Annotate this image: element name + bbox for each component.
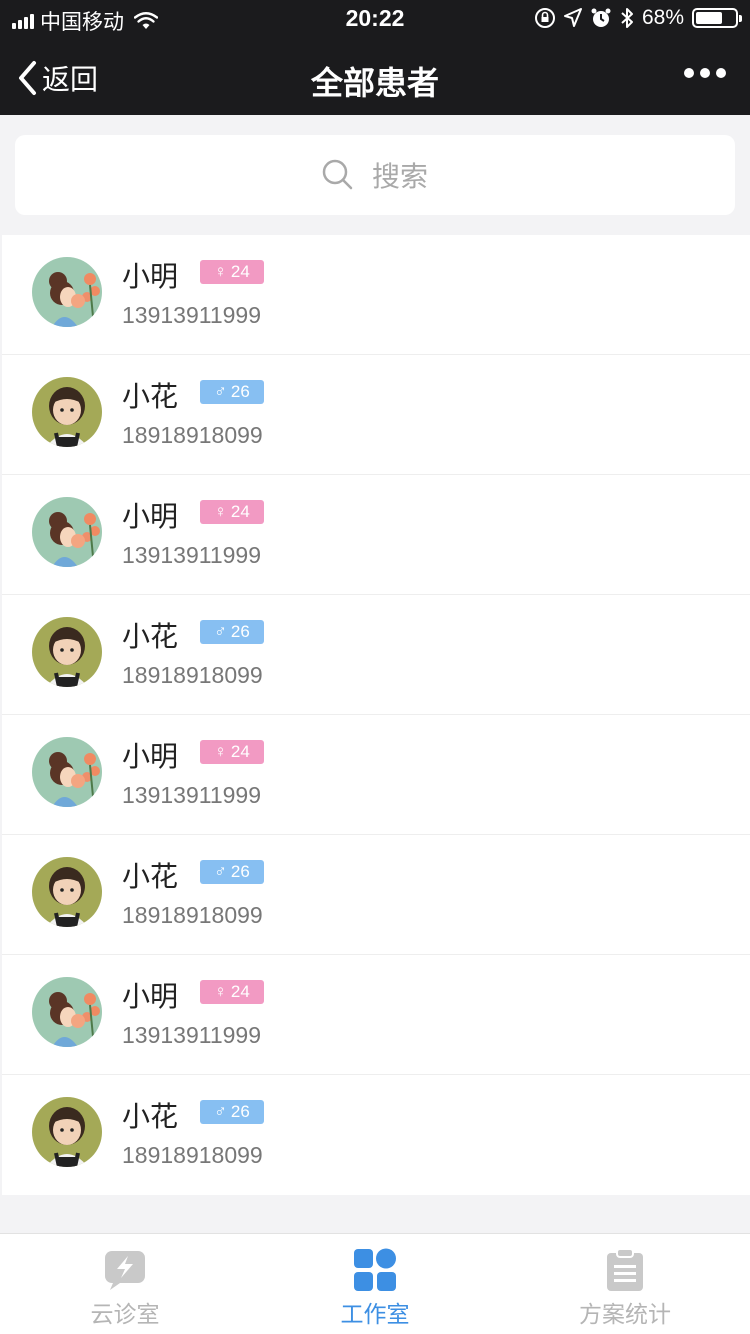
patient-name: 小花: [122, 861, 179, 892]
status-right: 68%: [534, 6, 742, 30]
patient-phone: 13913911999: [122, 542, 261, 568]
gender-age-badge: ♂ 26: [200, 860, 264, 884]
patient-phone: 18918918099: [122, 422, 263, 448]
location-icon: [563, 8, 582, 27]
orientation-lock-icon: [534, 8, 555, 28]
age-label: 24: [230, 982, 250, 1001]
age-label: 26: [230, 1102, 250, 1121]
patient-row[interactable]: 小花 ♂ 26 18918918099: [2, 355, 750, 475]
gender-age-badge: ♀ 24: [200, 740, 264, 764]
search-placeholder: 搜索: [371, 161, 428, 192]
clipboard-icon: [607, 1248, 643, 1291]
female-icon: ♀: [214, 742, 227, 761]
avatar: [32, 1097, 102, 1167]
patient-phone: 13913911999: [122, 782, 261, 808]
search-input[interactable]: 搜索: [15, 135, 735, 215]
alarm-icon: [591, 8, 611, 27]
more-dots-icon[interactable]: [684, 68, 726, 78]
gender-age-badge: ♂ 26: [200, 380, 264, 404]
nav-bar: 返回 全部患者: [0, 38, 750, 115]
patient-row[interactable]: 小花 ♂ 26 18918918099: [2, 595, 750, 715]
male-icon: ♂: [214, 622, 227, 641]
tab-label: 方案统计: [579, 1301, 671, 1327]
patient-name: 小花: [122, 621, 179, 652]
search-icon: [322, 159, 353, 190]
patient-row[interactable]: 小明 ♀ 24 13913911999: [2, 475, 750, 595]
male-icon: ♂: [214, 862, 227, 881]
gender-age-badge: ♀ 24: [200, 500, 264, 524]
patient-row[interactable]: 小明 ♀ 24 13913911999: [2, 715, 750, 835]
tab-label: 云诊室: [90, 1301, 160, 1327]
patient-name: 小明: [122, 741, 179, 772]
tab-bar: 云诊室 工作室 方案统计: [0, 1233, 750, 1334]
avatar: [32, 737, 102, 807]
age-label: 24: [230, 742, 250, 761]
avatar: [32, 977, 102, 1047]
avatar: [32, 617, 102, 687]
page-title: 全部患者: [310, 65, 439, 101]
patient-phone: 18918918099: [122, 1142, 263, 1168]
lightning-chat-icon: [105, 1251, 145, 1290]
gender-age-badge: ♀ 24: [200, 980, 264, 1004]
tab-label: 工作室: [340, 1301, 410, 1327]
patient-phone: 18918918099: [122, 662, 263, 688]
patient-name: 小明: [122, 981, 179, 1012]
patient-name: 小花: [122, 381, 179, 412]
patient-list: 小明 ♀ 24 13913911999 小花 ♂ 26 18918918099 小明 ♀ 24 139…: [2, 235, 750, 1195]
grid-icon: [354, 1248, 396, 1291]
battery-percent: 68%: [641, 6, 684, 29]
female-icon: ♀: [214, 502, 227, 521]
battery-icon: [692, 8, 742, 28]
age-label: 26: [230, 862, 250, 881]
gender-age-badge: ♂ 26: [200, 620, 264, 644]
avatar: [32, 257, 102, 327]
age-label: 24: [230, 502, 250, 521]
patient-name: 小明: [122, 261, 179, 292]
patient-row[interactable]: 小明 ♀ 24 13913911999: [2, 235, 750, 355]
age-label: 26: [230, 382, 250, 401]
status-bar: 中国移动 20:22 68%: [0, 0, 750, 38]
male-icon: ♂: [214, 382, 227, 401]
gender-age-badge: ♂ 26: [200, 1100, 264, 1124]
bluetooth-icon: [621, 8, 633, 28]
avatar: [32, 497, 102, 567]
patient-phone: 13913911999: [122, 302, 261, 328]
tab-studio[interactable]: 工作室: [250, 1234, 500, 1334]
female-icon: ♀: [214, 262, 227, 281]
avatar: [32, 857, 102, 927]
gender-age-badge: ♀ 24: [200, 260, 264, 284]
age-label: 24: [230, 262, 250, 281]
patient-row[interactable]: 小明 ♀ 24 13913911999: [2, 955, 750, 1075]
patient-phone: 13913911999: [122, 1022, 261, 1048]
patient-phone: 18918918099: [122, 902, 263, 928]
patient-name: 小花: [122, 1101, 179, 1132]
female-icon: ♀: [214, 982, 227, 1001]
battery-fill: [696, 12, 722, 24]
male-icon: ♂: [214, 1102, 227, 1121]
tab-plan-statistics[interactable]: 方案统计: [500, 1234, 750, 1334]
patient-row[interactable]: 小花 ♂ 26 18918918099: [2, 835, 750, 955]
tab-cloud-clinic[interactable]: 云诊室: [0, 1234, 250, 1334]
avatar: [32, 377, 102, 447]
patient-name: 小明: [122, 501, 179, 532]
patient-row[interactable]: 小花 ♂ 26 18918918099: [2, 1075, 750, 1195]
age-label: 26: [230, 622, 250, 641]
